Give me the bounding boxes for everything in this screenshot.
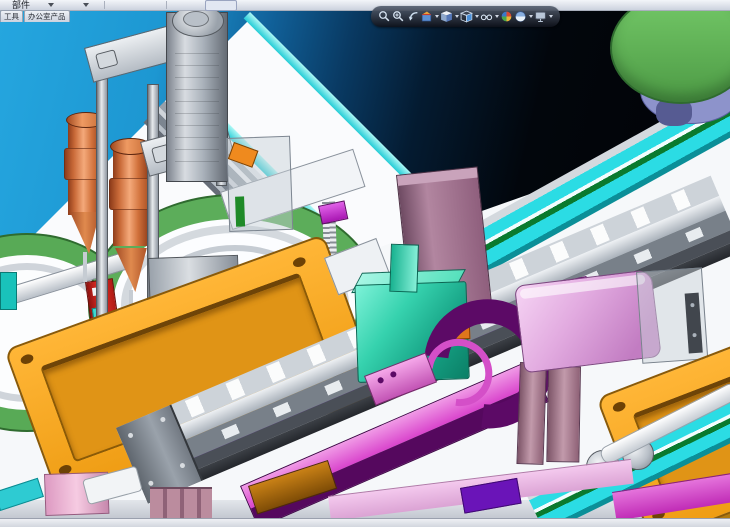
zoom-to-fit-icon: [378, 10, 391, 23]
view-orientation-button[interactable]: [440, 10, 453, 23]
chevron-down-icon[interactable]: [475, 15, 479, 18]
zoom-to-area-icon: [392, 10, 405, 23]
previous-view-button[interactable]: [406, 10, 419, 23]
cap-bolt: [148, 480, 155, 487]
support-pillar-a: [516, 362, 547, 465]
hex-bolt: [95, 49, 118, 70]
hide-show-items-button[interactable]: [480, 10, 493, 23]
chevron-down-icon[interactable]: [529, 15, 533, 18]
z-axis-column[interactable]: [166, 12, 228, 182]
bowl-feeder-top-right[interactable]: [610, 10, 730, 104]
apply-scene-button[interactable]: [514, 10, 527, 23]
apply-scene-icon: [514, 10, 527, 23]
commandmanager-tabs: 工具 办公室产品: [0, 10, 71, 22]
bracket-hole: [389, 370, 397, 378]
tab-tools[interactable]: 工具: [0, 10, 23, 22]
teal-block-left-edge: [0, 272, 17, 310]
display-style-icon: [460, 10, 473, 23]
edit-appearance-button[interactable]: [500, 10, 513, 23]
zoom-to-fit-button[interactable]: [378, 10, 391, 23]
motor-arm: [389, 244, 419, 293]
hopper-needle: [83, 252, 87, 282]
chevron-down-icon[interactable]: [455, 15, 459, 18]
section-view-icon: [420, 10, 433, 23]
solidworks-window: { "window": { "command_bar": { "label": …: [0, 0, 730, 526]
chevron-down-icon[interactable]: [435, 15, 439, 18]
zoom-to-area-button[interactable]: [392, 10, 405, 23]
view-settings-button[interactable]: [534, 10, 547, 23]
view-settings-icon: [534, 10, 547, 23]
toolbar-separator: [166, 1, 167, 9]
mauve-columns: [150, 487, 212, 518]
toolbar-separator: [104, 1, 105, 9]
cap-bolt: [179, 462, 186, 469]
z-axis-cylinder-bore: [183, 11, 209, 27]
command-bar: 部件: [0, 0, 730, 11]
column-grooves: [175, 53, 219, 163]
translucent-bracket[interactable]: [636, 267, 708, 363]
tray-hole: [612, 400, 627, 413]
chevron-down-icon[interactable]: [48, 3, 54, 7]
previous-view-icon: [406, 10, 419, 23]
bar-hole: [692, 333, 696, 337]
tab-office-products[interactable]: 办公室产品: [24, 10, 70, 22]
command-bar-button[interactable]: [205, 0, 237, 11]
cap-bolt: [127, 432, 134, 439]
bracket-dark-bar: [685, 293, 703, 354]
section-view-button[interactable]: [420, 10, 433, 23]
tray-hole: [19, 353, 34, 366]
chevron-down-icon[interactable]: [83, 3, 89, 7]
cap-bolt: [160, 416, 167, 423]
view-orientation-icon: [440, 10, 453, 23]
hide-show-items-icon: [480, 10, 493, 23]
chevron-down-icon[interactable]: [495, 15, 499, 18]
edit-appearance-icon: [500, 10, 513, 23]
graphics-viewport[interactable]: [0, 10, 730, 518]
bracket-hole: [377, 376, 385, 384]
display-style-button[interactable]: [460, 10, 473, 23]
hopper-cone: [113, 248, 149, 292]
support-pillar-b: [546, 366, 581, 463]
chevron-down-icon[interactable]: [549, 15, 553, 18]
bar-hole: [690, 303, 694, 307]
green-guide: [235, 196, 245, 226]
tray-hole: [292, 256, 307, 269]
heads-up-view-toolbar: [371, 6, 560, 27]
gantry-post-1[interactable]: [96, 60, 108, 342]
